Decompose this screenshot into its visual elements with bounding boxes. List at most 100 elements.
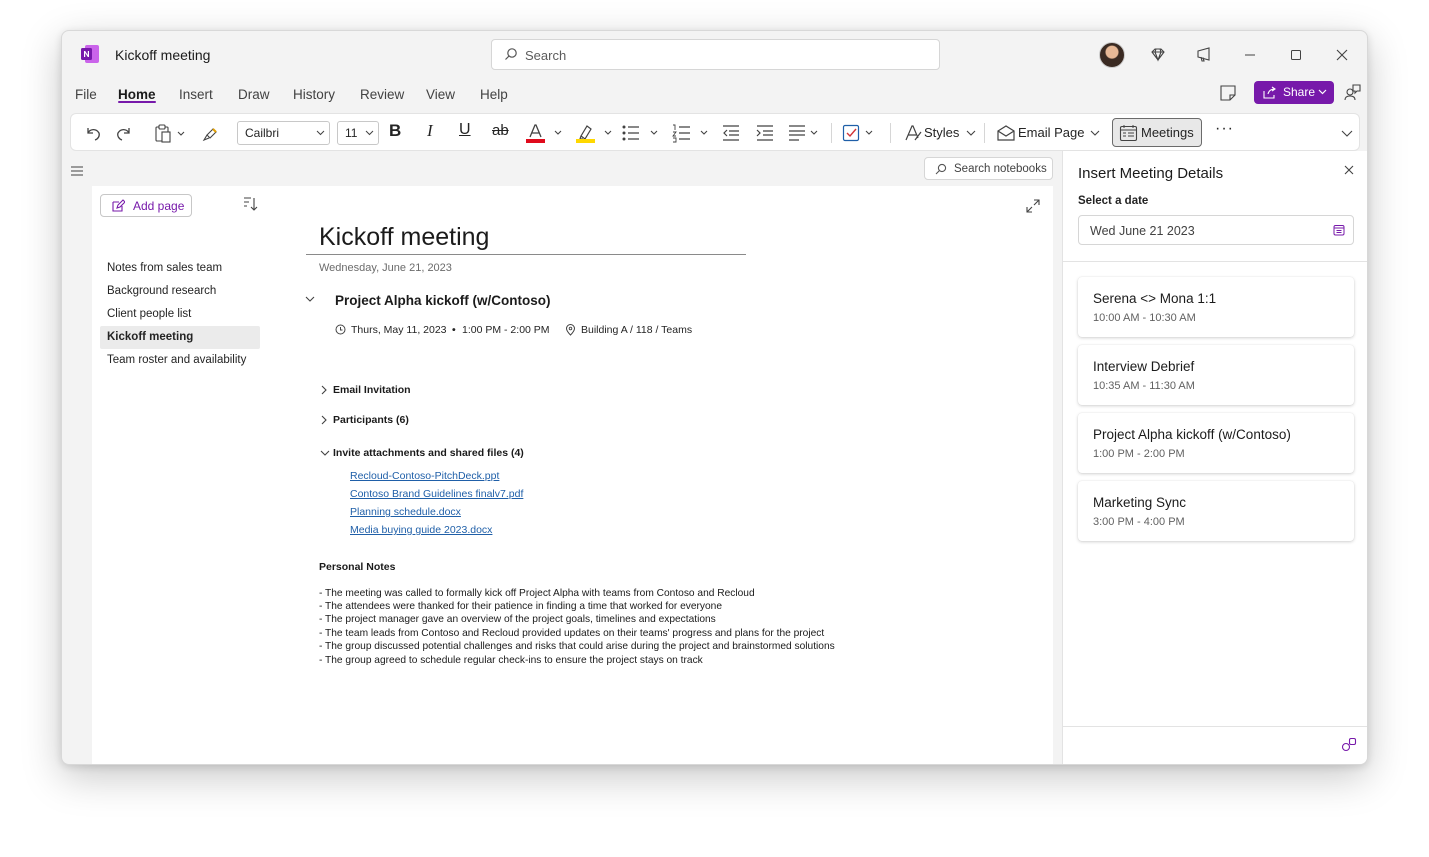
diamond-icon[interactable] [1148,45,1168,65]
loop-icon[interactable] [1341,737,1357,753]
location-icon [565,324,576,336]
avatar[interactable] [1099,42,1125,68]
file-link[interactable]: Recloud-Contoso-PitchDeck.ppt [350,470,499,482]
note-line[interactable]: - The group agreed to schedule regular c… [319,655,703,666]
underline-icon[interactable]: U [459,121,471,141]
chat-person-icon[interactable] [1342,83,1362,103]
email-page-label: Email Page [1018,125,1084,140]
meetings-button[interactable]: Meetings [1112,118,1202,147]
meeting-time: 1:00 PM - 2:00 PM [462,324,550,336]
title-underline [306,254,746,255]
add-page-button[interactable]: Add page [100,194,192,217]
menu-insert[interactable]: Insert [179,87,213,102]
maximize-icon[interactable] [1286,45,1306,65]
meeting-card-time: 3:00 PM - 4:00 PM [1093,516,1185,528]
page-item-background-research[interactable]: Background research [100,280,260,303]
add-page-icon [111,199,125,213]
paste-icon[interactable] [153,123,189,143]
bold-icon[interactable]: B [389,121,401,141]
menu-view[interactable]: View [426,87,455,102]
highlight-icon[interactable] [575,123,615,143]
meeting-location: Building A / 118 / Teams [581,324,692,336]
bullets-icon[interactable] [621,123,661,143]
attachments-label: Invite attachments and shared files (4) [333,447,524,459]
email-page-button[interactable]: Email Page [996,123,1102,143]
close-window-icon[interactable] [1332,45,1352,65]
format-painter-icon[interactable] [201,123,221,143]
page-item-kickoff-meeting[interactable]: Kickoff meeting [100,326,260,349]
note-line[interactable]: - The meeting was called to formally kic… [319,588,755,599]
note-line[interactable]: - The group discussed potential challeng… [319,641,835,652]
decrease-indent-icon[interactable] [721,123,741,143]
chevron-down-icon [966,126,976,140]
note-line[interactable]: - The project manager gave an overview o… [319,614,716,625]
menu-history[interactable]: History [293,87,335,102]
page-item-notes-from-sales-team[interactable]: Notes from sales team [100,257,260,280]
close-icon[interactable] [1343,164,1355,176]
meeting-card-name: Interview Debrief [1093,359,1194,374]
redo-icon[interactable] [114,123,134,143]
font-color-icon[interactable] [525,123,565,143]
menu-file[interactable]: File [75,87,97,102]
feedback-icon[interactable] [1194,45,1214,65]
chevron-down-icon [320,448,330,458]
meeting-date: Thurs, May 11, 2023 [351,324,447,336]
menu-review[interactable]: Review [360,87,404,102]
page-title[interactable]: Kickoff meeting [319,223,489,252]
active-tab-indicator [118,101,156,103]
page-canvas[interactable]: Kickoff meeting Wednesday, June 21, 2023… [274,186,1053,765]
meeting-card-name: Project Alpha kickoff (w/Contoso) [1093,427,1291,442]
align-icon[interactable] [787,123,823,143]
search-input[interactable]: Search [491,39,940,70]
meeting-card[interactable]: Interview Debrief 10:35 AM - 11:30 AM [1078,345,1354,405]
meeting-card-name: Marketing Sync [1093,495,1186,510]
share-label: Share [1283,85,1315,99]
insert-meeting-details-panel: Insert Meeting Details Select a date Wed… [1062,151,1368,765]
meeting-card[interactable]: Serena <> Mona 1:1 10:00 AM - 10:30 AM [1078,277,1354,337]
participants-label: Participants (6) [333,414,409,426]
panel-footer-divider [1063,726,1368,727]
meeting-card[interactable]: Project Alpha kickoff (w/Contoso) 1:00 P… [1078,413,1354,473]
styles-icon [903,123,923,143]
sticky-notes-icon[interactable] [1218,83,1238,103]
meeting-card[interactable]: Marketing Sync 3:00 PM - 4:00 PM [1078,481,1354,541]
ribbon-collapse-chevron-icon[interactable] [1341,128,1353,148]
styles-button[interactable]: Styles [903,123,977,143]
page-item-team-roster[interactable]: Team roster and availability [100,349,260,372]
hamburger-menu-icon[interactable] [70,165,84,177]
share-button[interactable]: Share [1254,81,1334,104]
meetings-label: Meetings [1141,125,1194,140]
note-line[interactable]: - The team leads from Contoso and Reclou… [319,628,824,639]
file-link[interactable]: Media buying guide 2023.docx [350,524,492,536]
expand-icon[interactable] [1026,199,1040,213]
strikethrough-icon[interactable]: ab [492,122,509,142]
file-link[interactable]: Contoso Brand Guidelines finalv7.pdf [350,488,523,500]
font-size-select[interactable]: 11 [337,121,379,145]
menu-home[interactable]: Home [118,87,156,102]
note-line[interactable]: - The attendees were thanked for their p… [319,601,722,612]
increase-indent-icon[interactable] [755,123,775,143]
panel-divider [1063,261,1368,262]
date-picker-input[interactable]: Wed June 21 2023 [1078,215,1354,245]
font-name-select[interactable]: Cailbri [237,121,330,145]
numbering-icon[interactable] [671,123,711,143]
menu-draw[interactable]: Draw [238,87,270,102]
date-picker-value: Wed June 21 2023 [1090,224,1195,238]
italic-icon[interactable]: I [427,121,433,141]
chevron-down-icon[interactable] [305,295,315,303]
page-item-client-people-list[interactable]: Client people list [100,303,260,326]
file-link[interactable]: Planning schedule.docx [350,506,461,518]
todo-tag-icon[interactable] [842,123,878,143]
meeting-heading[interactable]: Project Alpha kickoff (w/Contoso) [335,293,551,308]
share-icon [1263,86,1277,99]
more-options-icon[interactable]: ··· [1215,120,1234,140]
minimize-icon[interactable] [1240,45,1260,65]
personal-notes-heading[interactable]: Personal Notes [319,561,395,573]
search-notebooks-button[interactable]: Search notebooks [924,157,1053,180]
chevron-down-icon [316,126,325,140]
styles-label: Styles [924,125,959,140]
sort-icon[interactable] [242,196,258,212]
calendar-icon[interactable] [1333,224,1345,236]
undo-icon[interactable] [83,123,103,143]
menu-help[interactable]: Help [480,87,508,102]
